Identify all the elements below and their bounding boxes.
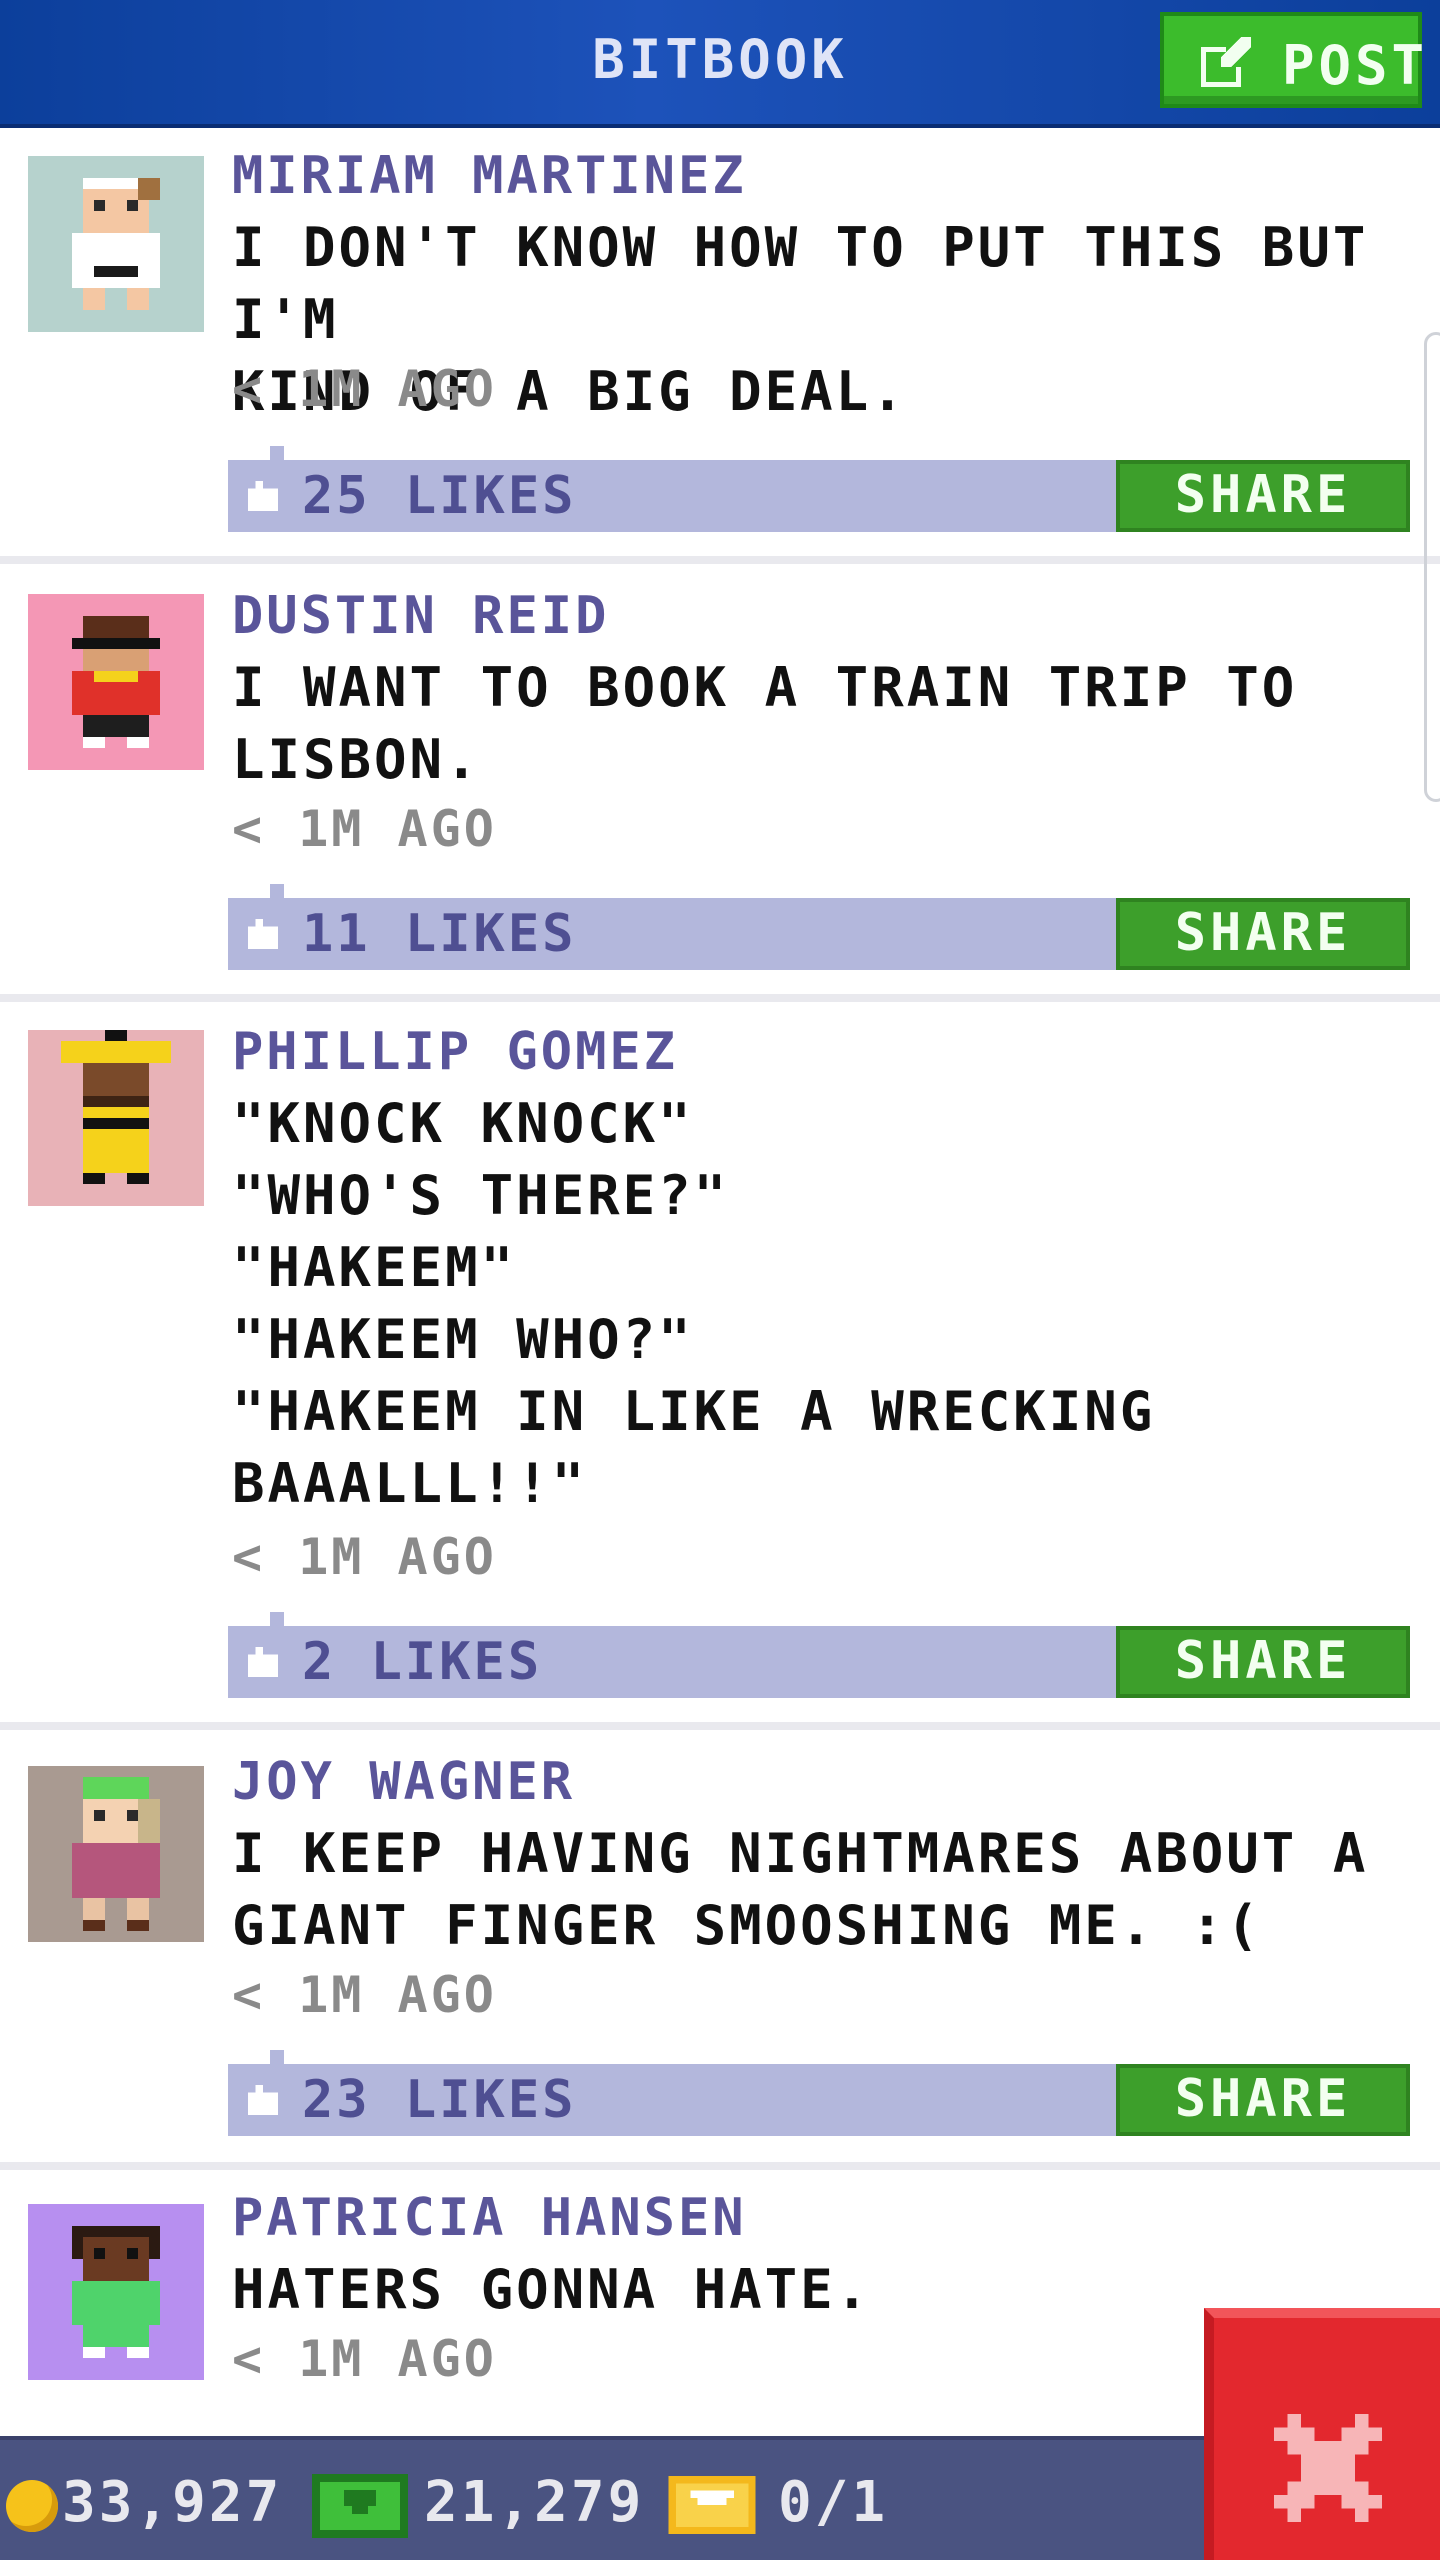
post-time: < 1M AGO bbox=[232, 2330, 497, 2388]
ticket-count: 0/1 bbox=[778, 2470, 889, 2535]
avatar bbox=[28, 1766, 204, 1942]
share-button[interactable]: SHARE bbox=[1116, 898, 1410, 970]
avatar bbox=[28, 1030, 204, 1206]
thumbs-up-icon bbox=[247, 2084, 279, 2116]
feed-post: PHILLIP GOMEZ "KNOCK KNOCK" "WHO'S THERE… bbox=[0, 1002, 1440, 1730]
likes-count[interactable]: 2 LIKES bbox=[302, 1632, 542, 1692]
share-button[interactable]: SHARE bbox=[1116, 460, 1410, 532]
ticket-icon bbox=[668, 2476, 756, 2534]
post-text: I WANT TO BOOK A TRAIN TRIP TO LISBON. bbox=[232, 656, 1298, 791]
close-icon bbox=[1274, 2414, 1382, 2522]
post-time: < 1M AGO bbox=[232, 1528, 497, 1586]
post-button[interactable]: POST bbox=[1160, 12, 1424, 108]
coin-icon bbox=[6, 2480, 58, 2532]
post-button-label: POST bbox=[1282, 34, 1429, 97]
thumbs-up-icon bbox=[247, 1646, 279, 1678]
avatar bbox=[28, 2204, 204, 2380]
post-text: I KEEP HAVING NIGHTMARES ABOUT A GIANT F… bbox=[232, 1822, 1369, 1957]
thumbs-up-icon bbox=[247, 480, 279, 512]
likes-bar: 23 LIKES SHARE bbox=[228, 2050, 1410, 2136]
share-button[interactable]: SHARE bbox=[1116, 1626, 1410, 1698]
thumbs-up-icon bbox=[247, 918, 279, 950]
post-time: < 1M AGO bbox=[232, 800, 497, 858]
edit-icon bbox=[1201, 37, 1251, 87]
feed-post: DUSTIN REID I WANT TO BOOK A TRAIN TRIP … bbox=[0, 564, 1440, 1002]
likes-count[interactable]: 23 LIKES bbox=[302, 2070, 576, 2130]
close-button[interactable] bbox=[1204, 2308, 1440, 2560]
likes-count[interactable]: 25 LIKES bbox=[302, 466, 576, 526]
post-author[interactable]: PATRICIA HANSEN bbox=[232, 2188, 747, 2248]
post-author[interactable]: JOY WAGNER bbox=[232, 1752, 575, 1812]
post-time: < 1M AGO bbox=[232, 1966, 497, 2024]
cash-icon bbox=[312, 2474, 408, 2538]
post-time: < 1M AGO bbox=[232, 360, 497, 418]
post-text: "KNOCK KNOCK" "WHO'S THERE?" "HAKEEM" "H… bbox=[232, 1092, 1156, 1515]
likes-count[interactable]: 11 LIKES bbox=[302, 904, 576, 964]
bux-count: 21,279 bbox=[424, 2470, 645, 2535]
avatar bbox=[28, 594, 204, 770]
feed-post: MIRIAM MARTINEZ I DON'T KNOW HOW TO PUT … bbox=[0, 128, 1440, 564]
app-header: BITBOOK POST bbox=[0, 0, 1440, 128]
likes-bar: 25 LIKES SHARE bbox=[228, 446, 1410, 532]
post-author[interactable]: PHILLIP GOMEZ bbox=[232, 1022, 678, 1082]
likes-bar: 11 LIKES SHARE bbox=[228, 884, 1410, 970]
post-author[interactable]: MIRIAM MARTINEZ bbox=[232, 146, 747, 206]
coin-count: 33,927 bbox=[62, 2470, 283, 2535]
likes-bar: 2 LIKES SHARE bbox=[228, 1612, 1410, 1698]
avatar bbox=[28, 156, 204, 332]
post-author[interactable]: DUSTIN REID bbox=[232, 586, 609, 646]
share-button[interactable]: SHARE bbox=[1116, 2064, 1410, 2136]
scroll-indicator[interactable] bbox=[1424, 332, 1440, 802]
feed-post: JOY WAGNER I KEEP HAVING NIGHTMARES ABOU… bbox=[0, 1730, 1440, 2170]
